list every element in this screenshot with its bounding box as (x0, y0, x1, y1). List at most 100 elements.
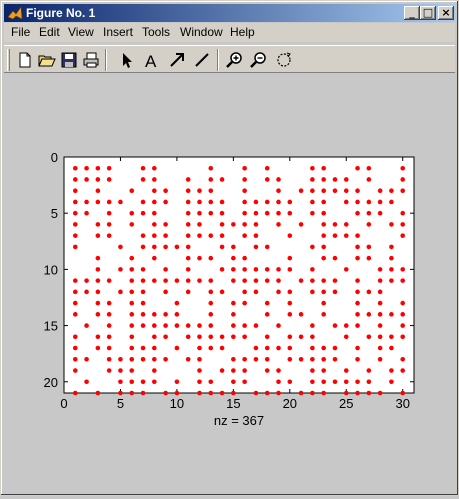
close-button[interactable]: × (438, 6, 454, 20)
nonzero-marker (140, 278, 146, 283)
nonzero-marker (197, 345, 202, 351)
nonzero-marker (231, 312, 236, 317)
nonzero-marker (310, 278, 315, 283)
insert-arrow-icon[interactable] (167, 50, 187, 70)
nonzero-marker (264, 177, 270, 182)
nonzero-marker (298, 188, 304, 194)
rotate-3d-icon[interactable] (274, 50, 294, 70)
nonzero-marker (321, 165, 326, 171)
nonzero-marker (185, 356, 191, 362)
title-bar[interactable]: Figure No. 1 _ □ × (4, 4, 455, 22)
menu-help[interactable]: Help (230, 25, 255, 39)
nonzero-marker (72, 188, 78, 194)
nonzero-marker (355, 390, 360, 396)
nonzero-marker (355, 289, 360, 295)
nonzero-marker (185, 255, 191, 261)
nonzero-marker (72, 278, 78, 283)
nonzero-marker (106, 210, 112, 216)
nonzero-marker (332, 356, 338, 362)
nonzero-marker (118, 289, 123, 295)
nonzero-marker (242, 334, 247, 340)
zoom-out-icon[interactable] (249, 50, 269, 70)
nonzero-marker (355, 210, 360, 216)
nonzero-marker (389, 334, 394, 340)
nonzero-marker (355, 165, 360, 171)
text-icon[interactable]: A (142, 50, 162, 70)
nonzero-marker (253, 345, 259, 351)
nonzero-marker (276, 345, 281, 351)
nonzero-marker (343, 368, 349, 373)
nonzero-marker (197, 323, 202, 328)
nonzero-marker (185, 222, 191, 227)
nonzero-marker (321, 345, 326, 351)
nonzero-marker (129, 210, 135, 216)
nonzero-marker (163, 244, 168, 250)
nonzero-marker (129, 300, 135, 306)
nonzero-marker (242, 379, 247, 385)
nonzero-marker (389, 278, 394, 283)
nonzero-marker (84, 177, 89, 182)
nonzero-marker (377, 390, 383, 396)
arrow-select-icon[interactable] (117, 50, 137, 70)
nonzero-marker (197, 368, 202, 373)
menu-window[interactable]: Window (180, 25, 223, 39)
nonzero-marker (163, 334, 168, 340)
nonzero-marker (287, 210, 293, 216)
nonzero-marker (287, 312, 293, 317)
menu-tools[interactable]: Tools (142, 25, 170, 39)
nonzero-marker (95, 278, 101, 283)
nonzero-marker (140, 165, 146, 171)
menu-view[interactable]: View (68, 25, 94, 39)
nonzero-marker (106, 222, 112, 227)
toolbar-grip[interactable] (7, 49, 10, 71)
nonzero-marker (208, 177, 214, 182)
menu-file[interactable]: File (11, 25, 30, 39)
menu-insert[interactable]: Insert (103, 25, 133, 39)
nonzero-marker (106, 233, 112, 238)
nonzero-marker (140, 390, 146, 396)
nonzero-marker (84, 199, 89, 205)
nonzero-marker (310, 368, 315, 373)
y-tick-label: 5 (51, 206, 58, 221)
new-file-icon[interactable] (15, 50, 35, 70)
nonzero-marker (298, 390, 304, 396)
maximize-button[interactable]: □ (420, 6, 436, 20)
nonzero-marker (197, 233, 202, 238)
nonzero-marker (377, 300, 383, 306)
nonzero-marker (231, 255, 236, 261)
nonzero-marker (332, 345, 338, 351)
nonzero-marker (355, 199, 360, 205)
nonzero-marker (332, 177, 338, 182)
nonzero-marker (355, 244, 360, 250)
nonzero-marker (242, 165, 247, 171)
nonzero-marker (264, 390, 270, 396)
nonzero-marker (129, 334, 135, 340)
nonzero-marker (355, 278, 360, 283)
nonzero-marker (400, 312, 406, 317)
nonzero-marker (185, 188, 191, 194)
nonzero-marker (321, 199, 326, 205)
nonzero-marker (95, 334, 101, 340)
nonzero-marker (343, 177, 349, 182)
nonzero-marker (253, 267, 259, 272)
insert-line-icon[interactable] (192, 50, 212, 70)
nonzero-marker (231, 356, 236, 362)
menu-edit[interactable]: Edit (39, 25, 60, 39)
nonzero-marker (231, 222, 236, 227)
nonzero-marker (400, 356, 406, 362)
nonzero-marker (310, 210, 315, 216)
minimize-button[interactable]: _ (404, 6, 420, 20)
nonzero-marker (242, 289, 247, 295)
y-tick-label: 0 (51, 150, 58, 165)
nonzero-marker (197, 278, 202, 283)
nonzero-marker (298, 334, 304, 340)
print-icon[interactable] (81, 50, 101, 70)
save-icon[interactable] (59, 50, 79, 70)
nonzero-marker (377, 356, 383, 362)
open-folder-icon[interactable] (37, 50, 57, 70)
nonzero-marker (208, 210, 214, 216)
window-title: Figure No. 1 (26, 6, 96, 20)
nonzero-marker (377, 278, 383, 283)
zoom-in-icon[interactable] (225, 50, 245, 70)
nonzero-marker (389, 222, 394, 227)
